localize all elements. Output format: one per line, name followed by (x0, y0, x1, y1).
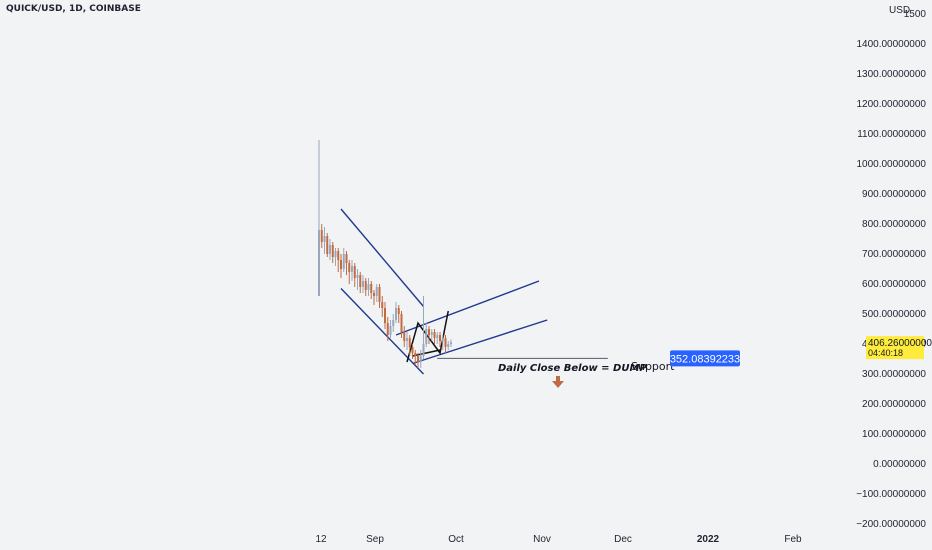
countdown-text: 04:40:18 (868, 348, 903, 358)
candle-body (430, 332, 433, 335)
candle-body (447, 344, 450, 347)
y-tick-label: −200.00000000 (856, 519, 926, 530)
x-tick-label: Sep (366, 534, 384, 545)
candle-body (389, 326, 392, 335)
y-tick-label: 1200.00000000 (856, 99, 926, 110)
candle-body (428, 329, 430, 335)
y-tick-label: 300.00000000 (862, 369, 926, 380)
candle-body (331, 245, 334, 257)
candle-body (356, 275, 359, 278)
candle-body (359, 275, 362, 287)
candle-body (334, 251, 337, 257)
y-tick-label: 1000.00000000 (856, 159, 926, 170)
y-tick-label: 1100.00000000 (857, 129, 926, 140)
candle-body (318, 230, 320, 296)
y-tick-label: 200.00000000 (862, 399, 926, 410)
candle-body (422, 344, 425, 356)
candle-body (408, 338, 411, 347)
annotations: Daily Close Below = DUMP Support (498, 360, 675, 388)
candle-body (367, 284, 370, 290)
y-unit-label: USD (889, 5, 910, 16)
candle-body (362, 281, 364, 287)
candle-body (370, 284, 373, 293)
candle-body (386, 323, 389, 335)
candle-body (384, 308, 386, 323)
down-arrow-icon (552, 376, 564, 388)
x-tick-label: 2022 (697, 534, 720, 545)
candle-body (353, 266, 356, 278)
candle-body (395, 308, 397, 320)
candle-body (348, 263, 351, 272)
candle-body (406, 338, 408, 341)
lower-channel-line[interactable] (412, 319, 548, 365)
candle-body (364, 281, 367, 290)
price-badges: 352.08392233406.2600000004:40:18 (670, 336, 932, 367)
candle-body (400, 314, 403, 332)
candle-body (417, 356, 419, 362)
y-tick-label: 100.00000000 (862, 429, 926, 440)
x-tick-label: 12 (315, 534, 327, 545)
candle-body (342, 254, 345, 269)
candle-body (436, 335, 439, 338)
pattern-base-line[interactable] (412, 349, 441, 357)
candle-body (433, 332, 436, 338)
candle-body (441, 338, 444, 341)
y-tick-label: 500.00000000 (862, 309, 926, 320)
candle-body (381, 302, 384, 308)
y-tick-label: 800.00000000 (862, 219, 926, 230)
x-tick-label: Feb (784, 534, 802, 545)
x-tick-label: Dec (614, 534, 632, 545)
y-tick-label: 0.00000000 (873, 459, 926, 470)
channel-upper-line[interactable] (340, 208, 425, 307)
candle-body (373, 293, 375, 296)
candle-body (439, 335, 441, 341)
candle-body (419, 356, 422, 362)
y-tick-label: 1400.00000000 (856, 39, 926, 50)
candle-body (351, 266, 353, 272)
candle-body (414, 353, 417, 356)
y-tick-label: 1300.00000000 (856, 69, 926, 80)
candle-body (425, 329, 428, 344)
candle-body (337, 251, 340, 260)
candle-body (326, 236, 329, 254)
candle-body (403, 332, 406, 341)
candle-body (375, 287, 378, 296)
candle-body (397, 308, 400, 314)
candle-body (450, 342, 452, 344)
candle-body (323, 236, 326, 242)
candle-body (320, 230, 323, 242)
y-tick-label: −100.00000000 (856, 489, 926, 500)
daily-close-annotation: Daily Close Below = DUMP (498, 363, 647, 374)
candle-body (345, 254, 348, 263)
support-price-text: 352.08392233 (670, 353, 740, 365)
candle-body (444, 338, 447, 347)
x-axis[interactable]: 12 Sep Oct Nov Dec 2022 Feb (315, 534, 802, 545)
candle-body (329, 245, 331, 254)
x-tick-label: Nov (533, 534, 551, 545)
y-tick-label: 700.00000000 (862, 249, 926, 260)
candle-body (392, 320, 395, 326)
candle-body (340, 260, 342, 269)
trend-drawings[interactable] (340, 208, 608, 375)
y-axis[interactable]: 15001400.000000001300.000000001200.00000… (856, 5, 926, 530)
candle-body (411, 347, 414, 353)
support-annotation: Support (631, 360, 675, 373)
candle-body (378, 287, 381, 302)
y-tick-label: 900.00000000 (862, 189, 926, 200)
x-tick-label: Oct (448, 534, 464, 545)
price-chart[interactable]: 15001400.000000001300.000000001200.00000… (0, 0, 932, 550)
y-tick-label: 600.00000000 (862, 279, 926, 290)
